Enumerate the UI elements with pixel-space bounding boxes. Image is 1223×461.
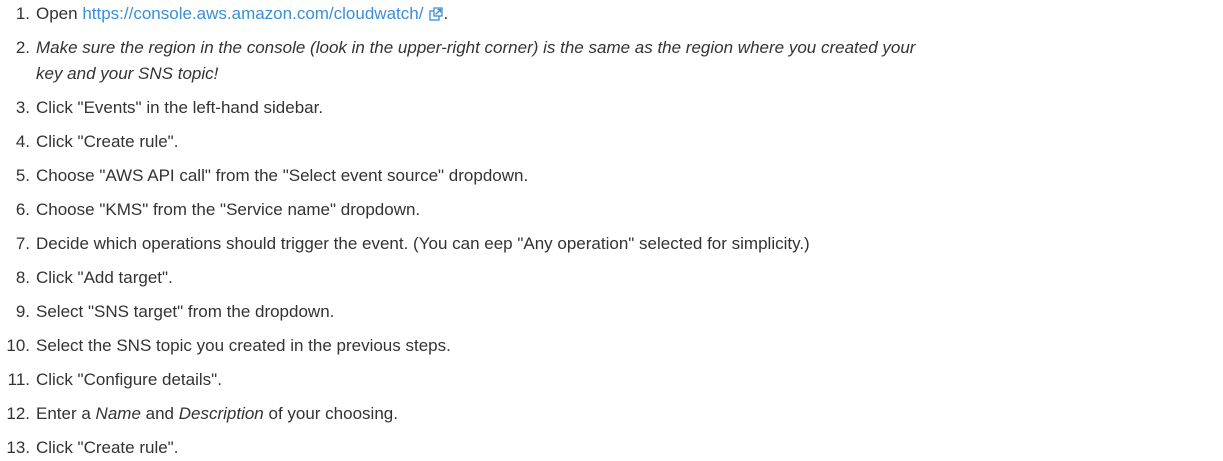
step-text-before: Enter a (36, 404, 96, 423)
step-text: Decide which operations should trigger t… (36, 234, 810, 253)
step-text: Click "Create rule". (36, 132, 179, 151)
step-text: Open https://console.aws.amazon.com/clou… (36, 4, 448, 23)
step-text: Click "Events" in the left-hand sidebar. (36, 98, 324, 117)
step-text-after: of your choosing. (263, 404, 398, 423)
step-text: Click "Create rule". (36, 438, 179, 457)
step-text: Choose "AWS API call" from the "Select e… (36, 166, 529, 185)
step-number: 6. (15, 200, 30, 219)
step-5: 5. Choose "AWS API call" from the "Selec… (0, 160, 1223, 189)
step-text: Click "Add target". (36, 268, 173, 287)
step-number: 3. (15, 98, 30, 117)
step-number: 7. (15, 234, 30, 253)
step-text: Enter a Name and Description of your cho… (36, 404, 398, 423)
step-text-middle: and (140, 404, 179, 423)
step-suffix: . (443, 4, 449, 23)
step-1: 1. Open https://console.aws.amazon.com/c… (0, 0, 1223, 27)
step-number: 9. (15, 302, 30, 321)
step-prefix: Open (36, 4, 83, 23)
step-number: 11. (7, 370, 30, 389)
step-11: 11. Click "Configure details". (0, 364, 1223, 393)
step-text: Choose "KMS" from the "Service name" dro… (36, 200, 421, 219)
name-term: Name (95, 404, 141, 423)
description-term: Description (178, 404, 264, 423)
step-number: 12. (6, 404, 30, 423)
instruction-steps-list: 1. Open https://console.aws.amazon.com/c… (0, 0, 1223, 461)
step-2: 2. Make sure the region in the console (… (0, 32, 1223, 87)
step-7: 7. Decide which operations should trigge… (0, 228, 1223, 257)
step-10: 10. Select the SNS topic you created in … (0, 330, 1223, 359)
step-4: 4. Click "Create rule". (0, 126, 1223, 155)
link-text: https://console.aws.amazon.com/cloudwatc… (82, 4, 424, 23)
step-number: 13. (6, 438, 30, 457)
step-number: 1. (15, 4, 30, 23)
step-3: 3. Click "Events" in the left-hand sideb… (0, 92, 1223, 121)
step-text-line-2: key and your SNS topic! (36, 64, 219, 83)
step-number: 8. (15, 268, 30, 287)
step-13: 13. Click "Create rule". (0, 432, 1223, 461)
cloudwatch-console-link[interactable]: https://console.aws.amazon.com/cloudwatc… (82, 4, 444, 23)
step-text: Click "Configure details". (36, 370, 222, 389)
step-number: 2. (15, 38, 30, 57)
external-link-icon (429, 7, 444, 21)
step-number: 5. (15, 166, 30, 185)
step-12: 12. Enter a Name and Description of your… (0, 398, 1223, 427)
step-9: 9. Select "SNS target" from the dropdown… (0, 296, 1223, 325)
step-text: Select "SNS target" from the dropdown. (36, 302, 335, 321)
step-text-line-1: Make sure the region in the console (loo… (36, 38, 916, 57)
step-text: Select the SNS topic you created in the … (36, 336, 451, 355)
step-number: 10. (6, 336, 30, 355)
step-text-region-warning: Make sure the region in the console (loo… (36, 35, 1223, 87)
step-6: 6. Choose "KMS" from the "Service name" … (0, 194, 1223, 223)
step-8: 8. Click "Add target". (0, 262, 1223, 291)
step-number: 4. (15, 132, 30, 151)
